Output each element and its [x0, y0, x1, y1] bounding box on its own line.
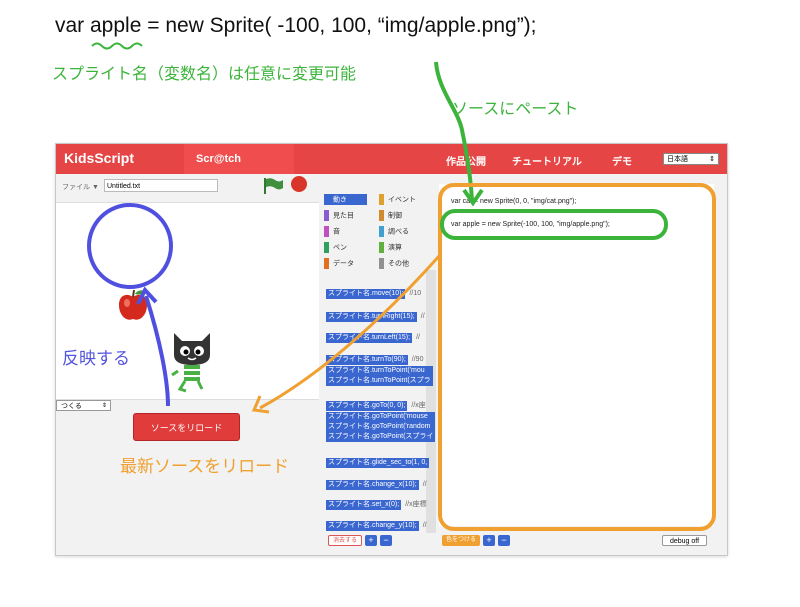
category-control[interactable]: 制御 — [379, 210, 402, 221]
reflect-note: 反映する — [62, 349, 130, 368]
green-flag-icon[interactable] — [262, 177, 284, 195]
category-looks[interactable]: 見た目 — [324, 210, 354, 221]
category-pen[interactable]: ペン — [324, 242, 347, 253]
language-select[interactable]: 日本語 ⇕ — [663, 153, 719, 165]
category-motion[interactable]: 動き — [324, 194, 367, 205]
zoom-out-button[interactable]: − — [380, 535, 392, 546]
paste-note: ソースにペースト — [452, 101, 579, 118]
app-window: KidsScript Scr@tch 作品公開 チュートリアル デモ 日本語 ⇕… — [55, 143, 728, 556]
nav-demo[interactable]: デモ — [612, 153, 632, 168]
stage[interactable] — [56, 202, 319, 400]
block-change-x[interactable]: スプライト名.change_x(10);// — [326, 473, 427, 491]
reload-note: 最新ソースをリロード — [120, 457, 290, 476]
filename-field[interactable]: Untitled.txt — [104, 179, 218, 192]
block-change-y[interactable]: スプライト名.change_y(10);// — [326, 514, 427, 532]
category-other[interactable]: その他 — [379, 258, 409, 269]
block-go-to-point[interactable]: スプライト名.goToPoint('mouse スプライト名.goToPoint(… — [326, 412, 436, 442]
block-turn-right[interactable]: スプライト名.turnRight(15);// — [326, 305, 425, 323]
app-logo[interactable]: KidsScript — [64, 150, 134, 166]
code-annotation: var apple = new Sprite( -100, 100, “img/… — [55, 14, 537, 37]
nav-tutorial[interactable]: チュートリアル — [512, 153, 582, 168]
zoom-in-button[interactable]: + — [365, 535, 377, 546]
chevron-updown-icon: ⇕ — [709, 156, 715, 163]
category-sound[interactable]: 音 — [324, 226, 340, 237]
code-editor[interactable]: var cat = new Sprite(0, 0, "img/cat.png"… — [439, 184, 714, 526]
debug-toggle[interactable]: debug off — [662, 535, 707, 546]
sprite-name-note: スプライト名（変数名）は任意に変更可能 — [52, 66, 357, 83]
blocks-palette: スプライト名.move(10);//10 スプライト名.turnRight(15… — [323, 270, 436, 533]
block-set-x[interactable]: スプライト名.set_x(0);//x座標 — [326, 493, 427, 511]
make-select-value: つくる — [61, 403, 82, 410]
editor-zoom-out-button[interactable]: − — [498, 535, 510, 546]
underline-squiggle — [91, 42, 143, 50]
block-turn-to-point[interactable]: スプライト名.turnToPoint('mou スプライト名.turnToPoin… — [326, 366, 433, 386]
make-select[interactable]: つくる ⇕ — [56, 400, 111, 411]
category-sensing[interactable]: 調べる — [379, 226, 409, 237]
clear-button[interactable]: 消去する — [328, 535, 362, 546]
code-line[interactable]: var apple = new Sprite(-100, 100, "img/a… — [451, 221, 610, 228]
category-operators[interactable]: 演算 — [379, 242, 402, 253]
stop-icon[interactable] — [291, 176, 307, 192]
color-button[interactable]: 色をつける — [442, 535, 480, 546]
block-turn-left[interactable]: スプライト名.turnLeft(15);// — [326, 326, 420, 344]
language-value: 日本語 — [667, 156, 688, 163]
category-events[interactable]: イベント — [379, 194, 416, 205]
block-move[interactable]: スプライト名.move(10);//10 — [326, 282, 421, 300]
block-go-to[interactable]: スプライト名.goTo(0, 0);//x座 — [326, 394, 426, 412]
editor-zoom-in-button[interactable]: + — [483, 535, 495, 546]
reload-source-button[interactable]: ソースをリロード — [133, 413, 240, 441]
category-data[interactable]: データ — [324, 258, 354, 269]
chevron-updown-icon: ⇕ — [101, 403, 107, 409]
app-header: KidsScript Scr@tch 作品公開 チュートリアル デモ 日本語 ⇕ — [56, 144, 727, 174]
code-line[interactable]: var cat = new Sprite(0, 0, "img/cat.png"… — [451, 198, 576, 205]
apple-sprite[interactable] — [116, 288, 150, 324]
tab-scratch[interactable]: Scr@tch — [184, 144, 294, 174]
block-glide[interactable]: スプライト名.glide_sec_to(1, 0, — [326, 451, 433, 469]
nav-publish[interactable]: 作品公開 — [446, 153, 486, 168]
file-menu[interactable]: ファイル ▼ — [62, 182, 99, 192]
block-turn-to[interactable]: スプライト名.turnTo(90);//90 — [326, 348, 423, 366]
cat-sprite[interactable] — [168, 325, 216, 397]
